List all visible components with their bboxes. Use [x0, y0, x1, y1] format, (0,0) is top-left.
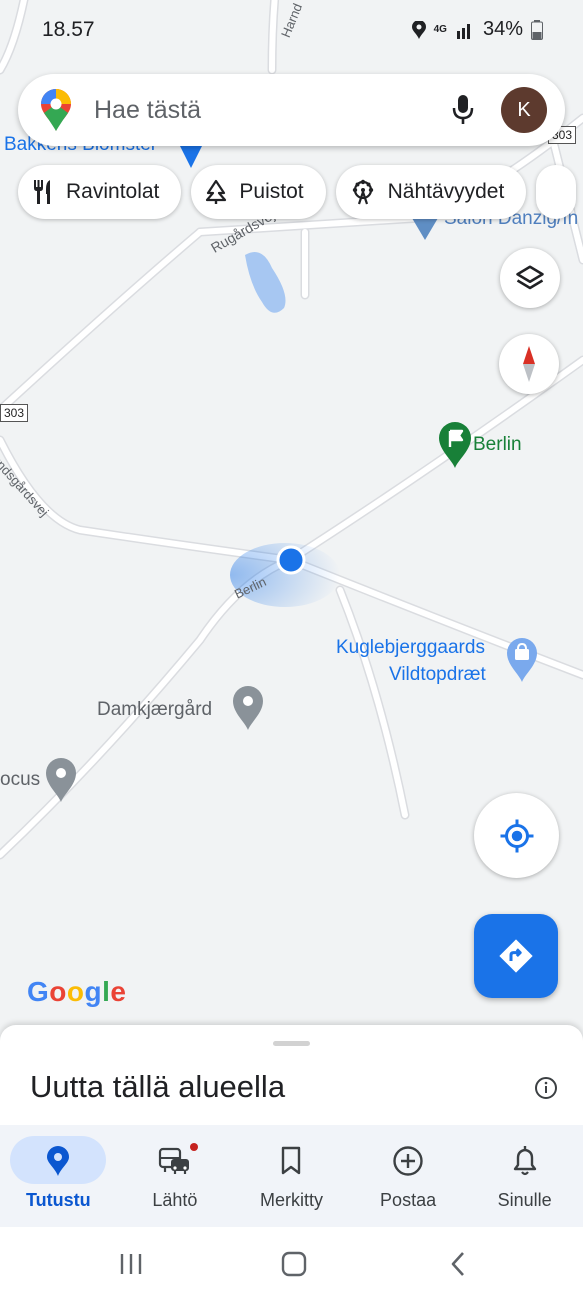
category-chips: Ravintolat Puistot Nähtävyydet: [18, 165, 577, 219]
nav-updates[interactable]: Sinulle: [466, 1125, 583, 1227]
status-time: 18.57: [42, 18, 95, 41]
status-icons: 4G 34%: [411, 18, 543, 41]
directions-icon: [499, 939, 533, 973]
battery-percent: 34%: [482, 18, 523, 40]
nav-saved[interactable]: Merkitty: [233, 1125, 350, 1227]
tree-icon: [206, 179, 227, 204]
directions-button[interactable]: [474, 914, 558, 998]
place-pin-berlin-icon[interactable]: [438, 422, 472, 468]
network-type: 4G: [433, 23, 447, 35]
road-network: [0, 0, 583, 860]
place-label-damkjaergard[interactable]: Damkjærgård: [97, 699, 212, 721]
pond: [245, 251, 286, 313]
place-label-kuglebjerggaards[interactable]: Kuglebjerggaards: [336, 637, 485, 659]
chip-label: Puistot: [239, 180, 304, 203]
back-icon[interactable]: [449, 1251, 467, 1277]
status-bar: 18.57 4G 34%: [0, 0, 583, 60]
nav-label: Tutustu: [25, 1190, 91, 1210]
place-pin-ocus-icon[interactable]: [45, 758, 77, 802]
sheet-drag-handle[interactable]: [273, 1041, 310, 1046]
home-icon[interactable]: [281, 1251, 307, 1277]
bottom-sheet[interactable]: Uutta tällä alueella: [0, 1025, 583, 1125]
battery-icon: [531, 19, 543, 40]
place-label-vildtopdraet[interactable]: Vildtopdræt: [389, 664, 486, 686]
avatar[interactable]: K: [501, 87, 547, 133]
nav-label: Merkitty: [259, 1190, 323, 1210]
nav-contribute[interactable]: Postaa: [350, 1125, 467, 1227]
chip-label: Ravintolat: [66, 180, 160, 203]
map-view[interactable]: Rugårdsvej Berlin undsgårdsvej Harnd 303…: [0, 0, 583, 1040]
nav-label: Lähtö: [152, 1190, 198, 1210]
bottom-navigation: Tutustu Lähtö Merkitty Postaa Sinulle: [0, 1125, 583, 1227]
notification-badge: [189, 1143, 198, 1151]
compass-icon: [523, 346, 535, 382]
chip-more[interactable]: [536, 165, 577, 219]
sheet-title: Uutta tällä alueella: [30, 1069, 286, 1104]
my-location-dot: [276, 545, 306, 575]
nav-label: Sinulle: [497, 1190, 552, 1210]
google-maps-logo-icon: [41, 89, 71, 131]
my-location-button[interactable]: [474, 793, 559, 878]
ferris-wheel-icon: [352, 179, 373, 205]
google-logo: Google: [27, 976, 127, 1007]
compass-button[interactable]: [499, 334, 559, 394]
commute-icon: [158, 1147, 189, 1174]
bookmark-icon: [282, 1146, 301, 1175]
system-navigation-bar: [0, 1227, 583, 1300]
explore-pin-icon: [47, 1146, 70, 1176]
location-status-icon: [411, 20, 426, 39]
add-circle-icon: [393, 1146, 423, 1176]
bell-icon: [513, 1146, 536, 1176]
microphone-icon[interactable]: [451, 93, 475, 127]
info-icon[interactable]: [534, 1076, 558, 1100]
place-pin-damkjaergard-icon[interactable]: [232, 686, 264, 730]
place-pin-shopping-icon[interactable]: [506, 638, 538, 682]
route-shield-303-left: 303: [0, 404, 29, 422]
crosshair-icon: [500, 819, 533, 852]
place-label-berlin[interactable]: Berlin: [473, 434, 522, 456]
search-input[interactable]: Hae tästä: [94, 96, 451, 125]
layers-button[interactable]: [500, 248, 560, 308]
search-bar[interactable]: Hae tästä K: [18, 74, 565, 146]
chip-label: Nähtävyydet: [387, 180, 505, 203]
signal-icon: [456, 23, 470, 39]
nav-label: Postaa: [380, 1190, 437, 1210]
nav-commute[interactable]: Lähtö: [117, 1125, 234, 1227]
chip-parks[interactable]: Puistot: [191, 165, 326, 219]
place-label-ocus[interactable]: ocus: [0, 769, 40, 791]
chip-attractions[interactable]: Nähtävyydet: [335, 165, 527, 219]
layers-icon: [516, 265, 544, 290]
chip-restaurants[interactable]: Ravintolat: [18, 165, 182, 219]
restaurant-icon: [34, 180, 50, 204]
place-pin-salon-icon[interactable]: [412, 218, 438, 240]
recent-apps-icon[interactable]: [118, 1252, 144, 1276]
nav-explore[interactable]: Tutustu: [0, 1125, 117, 1227]
